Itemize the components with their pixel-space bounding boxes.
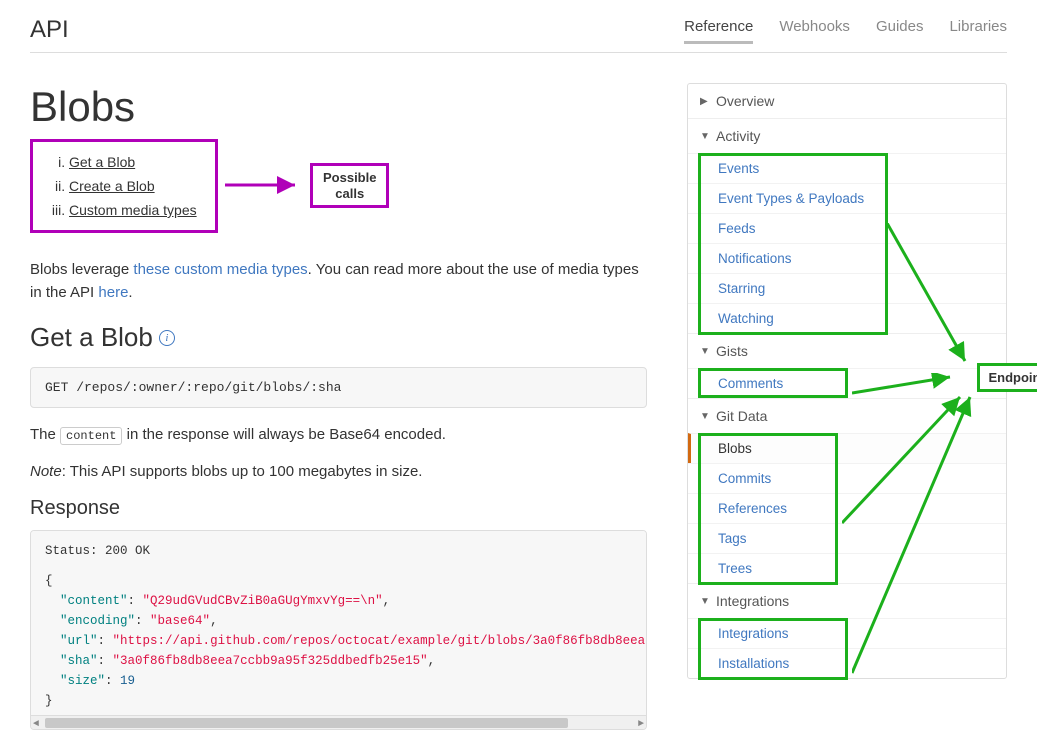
toc-get-a-blob[interactable]: Get a Blob [69,154,135,170]
sidebar-item-tags[interactable]: Tags [688,523,1006,553]
tab-guides[interactable]: Guides [876,18,924,44]
sidebar-item-blobs[interactable]: Blobs [688,433,1006,463]
chevron-down-icon: ▼ [700,131,710,142]
sidebar-item-references[interactable]: References [688,493,1006,523]
page-title: Blobs [30,83,647,131]
callout-endpoints: Endpoints [977,363,1037,392]
link-here[interactable]: here [98,284,128,301]
arrow-icon [225,175,305,195]
sidebar-item-event-types[interactable]: Event Types & Payloads [688,183,1006,213]
callout-line2: calls [335,186,364,201]
section-get-a-blob: Get a Blob i [30,322,647,353]
chevron-down-icon: ▼ [700,596,710,607]
response-heading: Response [30,497,647,520]
side-group-overview[interactable]: ▶ Overview [688,84,1006,118]
inline-code-content: content [60,427,122,445]
toc-create-a-blob[interactable]: Create a Blob [69,178,155,194]
tab-webhooks[interactable]: Webhooks [779,18,850,44]
sidebar-item-commits[interactable]: Commits [688,463,1006,493]
sidebar-item-notifications[interactable]: Notifications [688,243,1006,273]
sidebar-item-installations[interactable]: Installations [688,648,1006,678]
side-group-integrations[interactable]: ▼ Integrations [688,583,1006,618]
chevron-right-icon: ▶ [700,96,710,107]
sidebar-item-watching[interactable]: Watching [688,303,1006,333]
callout-possible-calls: Possible calls [310,163,389,208]
top-nav: Reference Webhooks Guides Libraries [684,18,1007,44]
toc-box: Get a Blob Create a Blob Custom media ty… [30,139,218,233]
link-custom-media-types[interactable]: these custom media types [133,261,307,278]
callout-line1: Possible [323,170,376,185]
content-note: The content in the response will always … [30,424,647,447]
sidebar-item-comments[interactable]: Comments [688,368,1006,398]
sidebar: ▶ Overview ▼ Activity Events Event Types… [687,83,1007,730]
side-group-gitdata[interactable]: ▼ Git Data [688,398,1006,433]
response-block: Status: 200 OK { "content": "Q29udGVudCB… [30,530,647,730]
app-title: API [30,16,69,44]
topbar: API Reference Webhooks Guides Libraries [30,0,1007,53]
horizontal-scrollbar[interactable]: ◄► [31,715,646,729]
response-status: Status: 200 OK [45,541,632,561]
size-note: Note: This API supports blobs up to 100 … [30,461,647,484]
tab-libraries[interactable]: Libraries [949,18,1007,44]
intro-paragraph: Blobs leverage these custom media types.… [30,259,647,304]
side-group-activity[interactable]: ▼ Activity [688,118,1006,153]
toc-custom-media-types[interactable]: Custom media types [69,202,197,218]
info-icon[interactable]: i [159,330,175,346]
chevron-down-icon: ▼ [700,411,710,422]
main-content: Blobs Get a Blob Create a Blob Custom me… [30,83,647,730]
sidebar-item-feeds[interactable]: Feeds [688,213,1006,243]
sidebar-item-integrations[interactable]: Integrations [688,618,1006,648]
tab-reference[interactable]: Reference [684,18,753,44]
side-group-gists[interactable]: ▼ Gists [688,333,1006,368]
sidebar-item-trees[interactable]: Trees [688,553,1006,583]
chevron-down-icon: ▼ [700,346,710,357]
code-endpoint: GET /repos/:owner/:repo/git/blobs/:sha [30,367,647,408]
sidebar-item-events[interactable]: Events [688,153,1006,183]
sidebar-item-starring[interactable]: Starring [688,273,1006,303]
